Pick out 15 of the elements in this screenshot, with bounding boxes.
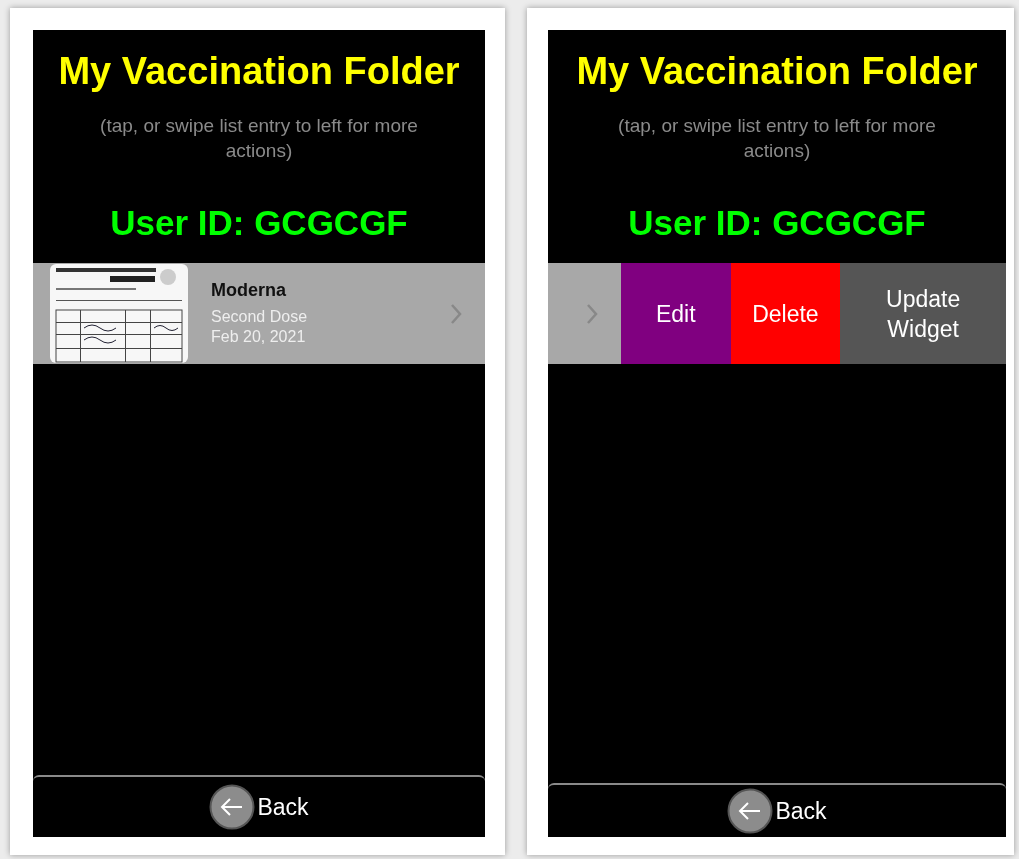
- vaccine-list-item[interactable]: Moderna Second Dose Feb 20, 2021: [33, 263, 485, 364]
- dose-label: Second Dose: [211, 307, 309, 327]
- vaccine-name: Moderna: [211, 280, 287, 301]
- swipe-action-button[interactable]: Update Widget: [840, 263, 1006, 364]
- user-id: User ID: GCGCGF: [109, 203, 409, 244]
- hint-text: (tap, or swipe list entry to left for more actions): [617, 114, 937, 163]
- dose-date: Feb 20, 2021: [211, 327, 307, 347]
- app-title: My Vaccination Folder: [575, 50, 979, 93]
- app-title: My Vaccination Folder: [57, 50, 461, 93]
- user-id: User ID: GCGCGF: [627, 203, 927, 244]
- swipe-action-button[interactable]: Delete: [730, 263, 841, 364]
- hint-text: (tap, or swipe list entry to left for more actions): [99, 114, 419, 163]
- swipe-action-button[interactable]: Edit: [621, 263, 731, 364]
- back-button[interactable]: Back: [209, 784, 309, 830]
- back-button[interactable]: Back: [727, 788, 827, 834]
